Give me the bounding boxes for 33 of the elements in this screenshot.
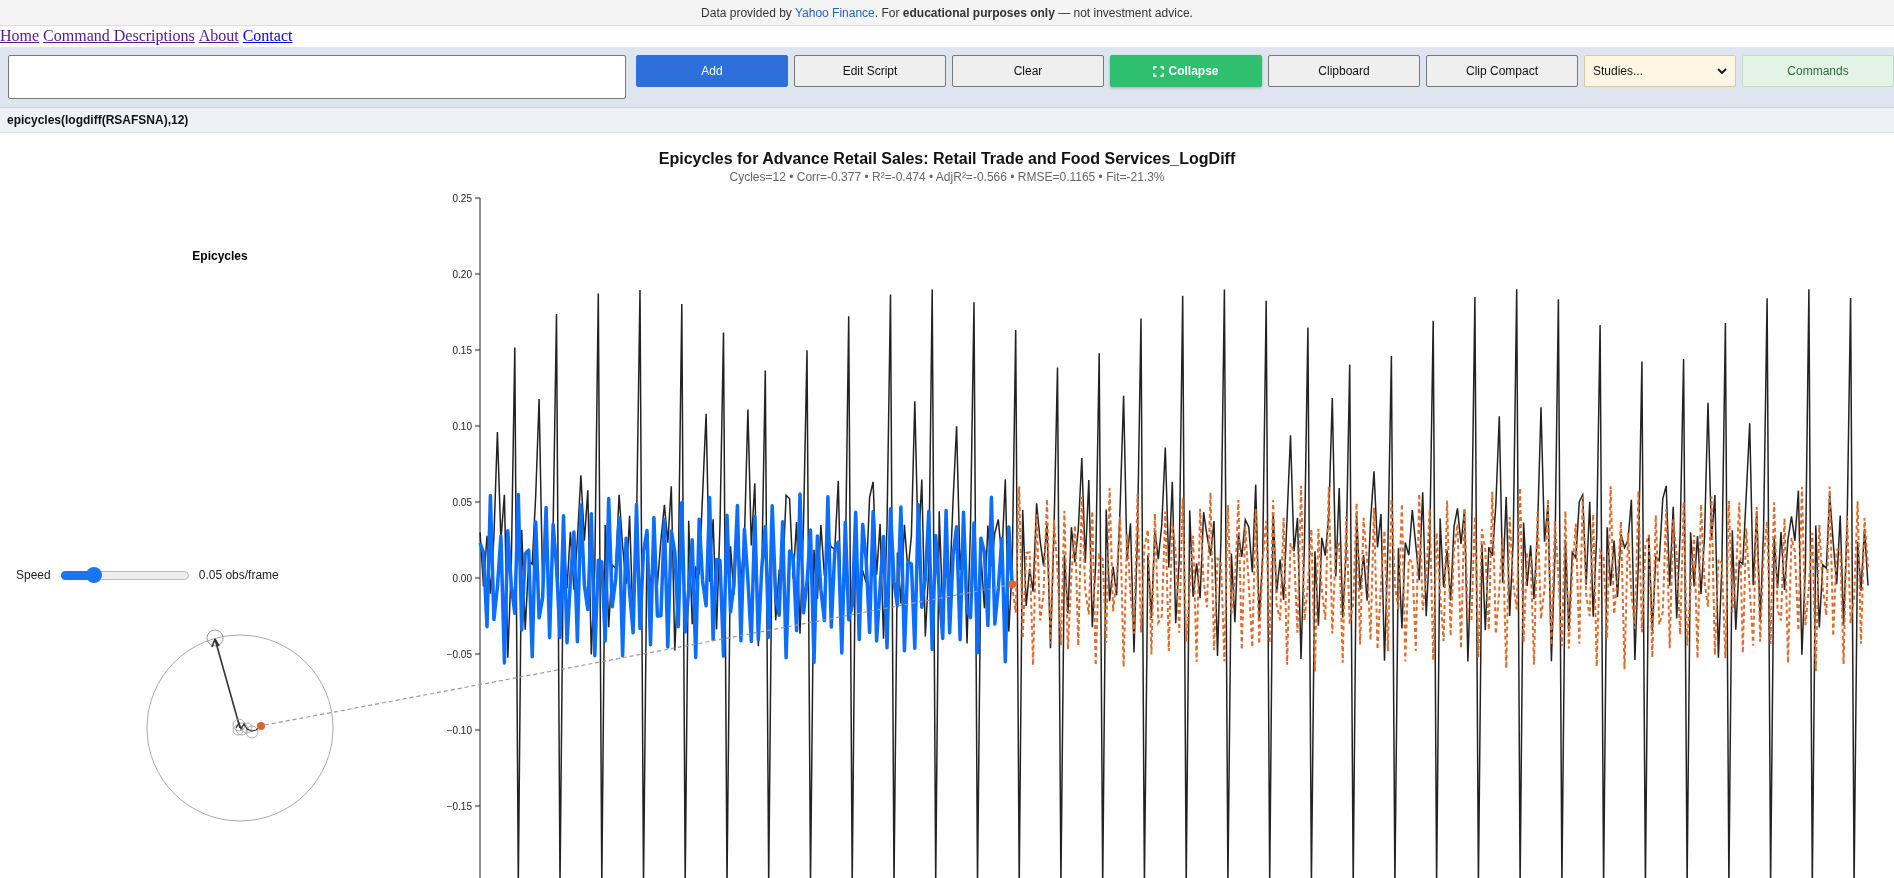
nav-link[interactable]: About bbox=[198, 27, 239, 44]
command-expression: epicycles(logdiff(RSAFSNA),12) bbox=[7, 113, 189, 127]
axis-tick-label: 0.10 bbox=[452, 420, 472, 432]
speed-label: Speed bbox=[16, 568, 51, 582]
toolbar-button[interactable]: Clip Compact bbox=[1426, 55, 1578, 87]
panel-title: Epicycles bbox=[192, 249, 248, 263]
nav-link[interactable]: Command Descriptions bbox=[43, 27, 195, 44]
chart-title: Epicycles for Advance Retail Sales: Retail Trade and Food Services_LogDiff bbox=[658, 149, 1236, 169]
nav-link[interactable]: Contact bbox=[242, 27, 293, 44]
toolbar-button[interactable]: Clipboard bbox=[1268, 55, 1420, 87]
axis-tick-label: 0.00 bbox=[452, 572, 472, 584]
axis-tick-label: 0.20 bbox=[452, 268, 472, 280]
studies-dropdown[interactable]: Studies... bbox=[1584, 55, 1736, 87]
collapse-icon bbox=[1153, 65, 1165, 77]
axis-tick-label: 0.05 bbox=[452, 496, 472, 508]
notice-text: Data provided by Yahoo Finance. For educational purposes only — not investment advice. bbox=[701, 6, 1193, 20]
axis-tick-label: −0.05 bbox=[446, 648, 472, 660]
axis-tick-label: 0.15 bbox=[452, 344, 472, 356]
commands-button[interactable]: Commands bbox=[1742, 55, 1894, 87]
caret-icon bbox=[1717, 68, 1727, 74]
axis-tick-label: 0.25 bbox=[452, 192, 472, 204]
data-source-link[interactable]: Yahoo Finance bbox=[794, 6, 875, 20]
toolbar-button[interactable]: Clear bbox=[952, 55, 1104, 87]
current-point-marker bbox=[1008, 580, 1017, 589]
axis-tick-label: −0.15 bbox=[446, 800, 472, 812]
command-input[interactable] bbox=[8, 55, 626, 99]
speed-slider[interactable] bbox=[60, 567, 189, 583]
toolbar-button[interactable]: Edit Script bbox=[794, 55, 946, 87]
nav-link[interactable]: Home bbox=[0, 27, 40, 44]
axis-tick-label: −0.10 bbox=[446, 724, 472, 736]
speed-reading: 0.05 obs/frame bbox=[198, 568, 279, 582]
add-button[interactable]: Add bbox=[636, 55, 788, 87]
chart-subtitle: Cycles=12 • Corr=-0.377 • R²=-0.474 • AdjR²=-0.566 • RMSE=0.1165 • Fit=-21.3% bbox=[729, 169, 1165, 185]
